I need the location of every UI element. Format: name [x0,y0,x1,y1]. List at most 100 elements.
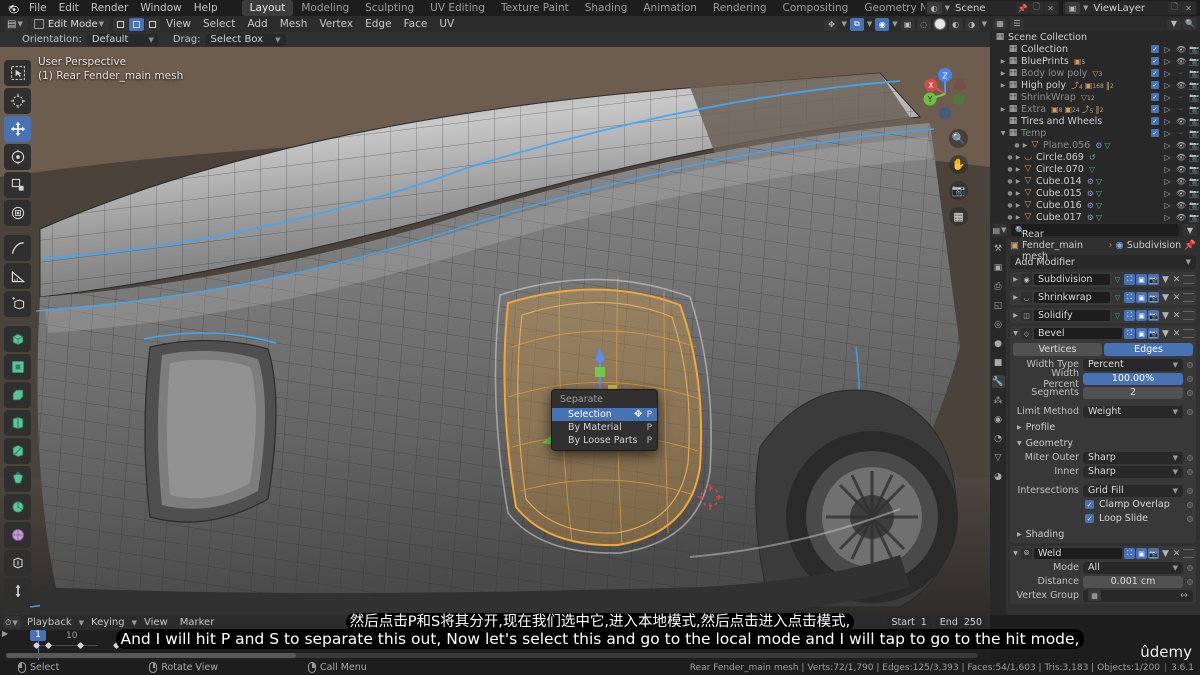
outliner-row[interactable]: ▶ ▦ Body low poly ▽ 3 ✓ ▷ ⌣ 📷 [990,67,1200,79]
poly-build-tool-button[interactable] [4,466,31,492]
outliner-row[interactable]: ▶ ▦ High poly ⤴ 4 ▣ 168 ‖ 2 ✓ ▷ 👁 📷 [990,79,1200,91]
disable-in-render-icon[interactable]: 📷 [1189,213,1199,222]
measure-tool-button[interactable] [4,263,31,289]
viewport-menu-vertex[interactable]: Vertex [313,16,359,32]
disable-in-render-icon[interactable]: 📷 [1189,117,1199,126]
exclude-checkbox[interactable]: ✓ [1151,57,1159,65]
expand-chevron-icon[interactable]: ▼ [1012,550,1019,557]
bevel-width-percent-slider[interactable]: 100.00% [1083,372,1183,385]
exclude-checkbox[interactable]: ✓ [1151,129,1159,137]
viewport-menu-edge[interactable]: Edge [359,16,397,32]
particles-tab[interactable]: ⁂ [992,394,1005,407]
animate-property-dot[interactable] [1187,389,1193,396]
hide-in-viewport-icon[interactable]: ⌣ [1176,128,1185,138]
exclude-checkbox[interactable]: ✓ [1151,45,1159,53]
add-cube-tool-button[interactable] [4,291,31,317]
proportional-edit-icon[interactable]: ◉ [875,17,890,31]
shrink-fatten-tool-button[interactable] [4,550,31,576]
disable-in-render-icon[interactable]: 📷 [1189,69,1199,78]
render-display-icon[interactable]: 📷 [1148,548,1159,559]
bevel-miter-inner-dropdown[interactable]: Sharp ▼ [1083,465,1183,478]
disable-in-render-icon[interactable]: 📷 [1189,153,1199,162]
animate-property-dot[interactable] [1187,468,1193,475]
disable-in-render-icon[interactable]: 📷 [1189,105,1199,114]
viewport-3d[interactable]: User Perspective (1) Rear Fender_main me… [0,47,990,615]
modifier-solidify[interactable]: ▶ ◫ Solidify ▽ ⛶ ▣ 📷 ▼ ✕ [1010,308,1196,323]
animate-property-dot[interactable] [1187,487,1193,494]
edit-mode-display-icon[interactable]: ⛶ [1124,292,1135,303]
render-tab[interactable]: ▣ [992,261,1005,274]
modifier-drag-handle[interactable] [1183,329,1194,338]
cursor-tool-button[interactable] [4,88,31,114]
selectable-icon[interactable]: ▷ [1163,153,1172,162]
inset-faces-tool-button[interactable] [4,354,31,380]
outliner-row[interactable]: ▦ Tires and Wheels ✓ ▷ 👁 📷 [990,115,1200,127]
realtime-display-icon[interactable]: ▣ [1136,310,1147,321]
snap-magnet-icon[interactable]: ⧉ [849,17,864,31]
realtime-display-icon[interactable]: ▣ [1136,292,1147,303]
hide-in-viewport-icon[interactable]: 👁 [1176,45,1186,54]
weld-mode-dropdown[interactable]: All ▼ [1083,561,1183,574]
animate-property-dot[interactable] [1187,515,1193,522]
disable-in-render-icon[interactable]: 📷 [1189,81,1199,90]
animate-property-dot[interactable] [1187,564,1193,571]
selectable-icon[interactable]: ▷ [1163,165,1172,174]
shear-tool-button[interactable] [4,578,31,604]
output-tab[interactable]: ⎙ [992,280,1005,293]
physics-tab[interactable]: ◉ [992,413,1005,426]
shading-material-preview-icon[interactable]: ◐ [948,17,963,31]
annotate-tool-button[interactable] [4,235,31,261]
workspace-tab-texture-paint[interactable]: Texture Paint [493,0,577,16]
scene-tab[interactable]: ◎ [992,318,1005,331]
outliner-row-scene-collection[interactable]: ▦ Scene Collection [990,31,1200,43]
expand-chevron-icon[interactable]: ▶ [1012,276,1019,283]
outliner-row[interactable]: ● ▶ ▽ Plane.056 ⚙ ▽ ▷ 👁 📷 [990,139,1200,151]
disable-in-render-icon[interactable]: 📷 [1189,141,1199,150]
data-tab[interactable]: ▽ [992,451,1005,464]
expand-chevron-icon[interactable]: ▶ [1014,166,1022,173]
weld-vertex-group-field[interactable]: ▦ ↔ [1083,589,1193,602]
pin-icon[interactable]: 📌 [1184,240,1196,251]
selectable-icon[interactable]: ▷ [1163,213,1172,222]
separate-context-menu[interactable]: Separate Selection ✥ P By Material P By … [551,389,658,451]
expand-chevron-icon[interactable]: ▼ [1012,330,1019,337]
vertex-select-mode-button[interactable] [113,17,129,31]
edit-mode-display-icon[interactable]: ⛶ [1124,310,1135,321]
disable-in-render-icon[interactable]: 📷 [1189,57,1199,66]
selectable-icon[interactable]: ▷ [1163,129,1172,138]
menu-edit[interactable]: Edit [53,0,85,16]
viewport-menu-face[interactable]: Face [398,16,434,32]
selectable-icon[interactable]: ▷ [1163,189,1172,198]
selectable-icon[interactable]: ▷ [1163,57,1172,66]
modifier-header[interactable]: ▼ ⦾ Weld ⛶ ▣ 📷 ▼ ✕ [1010,547,1196,560]
hide-in-viewport-icon[interactable]: 👁 [1176,141,1186,150]
bevel-intersections-dropdown[interactable]: Grid Fill ▼ [1083,484,1183,497]
animate-property-dot[interactable] [1187,501,1193,508]
expand-chevron-icon[interactable]: ▶ [1014,178,1022,185]
expand-chevron-icon[interactable]: ▶ [1012,294,1019,301]
loop-slide-checkbox[interactable]: ✓ [1085,514,1094,523]
pin-scene-icon[interactable]: 📌 [1015,2,1029,14]
modifier-extras-icon[interactable]: ▼ [1161,311,1170,321]
hide-in-viewport-icon[interactable]: 👁 [1176,177,1186,186]
disable-in-render-icon[interactable]: 📷 [1189,165,1199,174]
face-select-mode-button[interactable] [145,17,161,31]
modifier-delete-icon[interactable]: ✕ [1172,311,1181,321]
edge-select-mode-button[interactable] [129,17,145,31]
disable-in-render-icon[interactable]: 📷 [1189,189,1199,198]
workspace-tab-sculpting[interactable]: Sculpting [357,0,422,16]
viewlayer-selector[interactable]: ▣ ▼ ViewLayer 🗋 ✕ [1062,1,1197,15]
selectable-icon[interactable]: ▷ [1163,81,1172,90]
workspace-tab-uv-editing[interactable]: UV Editing [422,0,493,16]
workspace-tab-rendering[interactable]: Rendering [705,0,775,16]
bevel-geometry-section[interactable]: ▼ Geometry [1013,437,1193,450]
workspace-tab-layout[interactable]: Layout [241,0,294,16]
modifier-delete-icon[interactable]: ✕ [1172,549,1181,559]
outliner-row[interactable]: ▦ Collection ✓ ▷ 👁 📷 [990,43,1200,55]
expand-chevron-icon[interactable]: ▶ [1012,312,1019,319]
modifier-delete-icon[interactable]: ✕ [1172,293,1181,303]
selectable-icon[interactable]: ▷ [1163,69,1172,78]
workspace-tab-animation[interactable]: Animation [635,0,705,16]
edit-mode-display-icon[interactable]: ⛶ [1124,548,1135,559]
modifier-header[interactable]: ▶ ◡ Shrinkwrap ▽ ⛶ ▣ 📷 ▼ ✕ [1010,291,1196,304]
